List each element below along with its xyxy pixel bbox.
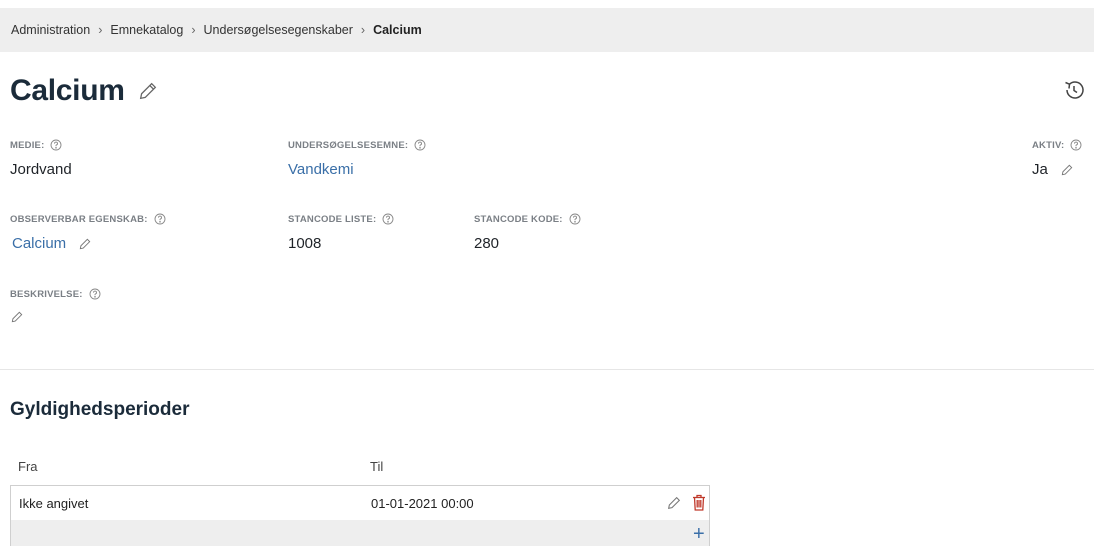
section-divider: [0, 369, 1094, 370]
field-value-stancode-kode: 280: [474, 235, 500, 252]
validity-table: Ikke angivet 01-01-2021 00:00 +: [10, 485, 710, 546]
title-row: Calcium: [10, 74, 159, 108]
field-label-observerbar-egenskab: OBSERVERBAR EGENSKAB:: [10, 213, 148, 225]
table-row: Ikke angivet 01-01-2021 00:00: [11, 486, 709, 520]
breadcrumb: Administration › Emnekatalog › Undersøge…: [0, 8, 1094, 52]
column-header-fra: Fra: [18, 459, 38, 474]
field-value-aktiv: Ja: [1032, 161, 1048, 178]
field-observerbar-egenskab: OBSERVERBAR EGENSKAB: Calcium: [10, 213, 166, 252]
field-label-stancode-kode: STANCODE KODE:: [474, 213, 563, 225]
help-circle-icon[interactable]: [414, 139, 426, 151]
field-medie: MEDIE: Jordvand: [10, 139, 72, 179]
section-title-gyldighedsperioder: Gyldighedsperioder: [10, 399, 190, 420]
plus-icon[interactable]: +: [693, 524, 705, 544]
trash-icon[interactable]: [692, 494, 706, 511]
field-label-undersogelsesemne: UNDERSØGELSESEMNE:: [288, 139, 409, 151]
field-value-medie: Jordvand: [10, 161, 72, 178]
table-header: Fra Til: [10, 459, 710, 479]
breadcrumb-current: Calcium: [373, 23, 422, 37]
pencil-icon[interactable]: [78, 237, 92, 251]
breadcrumb-separator: ›: [98, 23, 103, 37]
pencil-icon[interactable]: [137, 80, 159, 102]
field-value-undersogelsesemne-link[interactable]: Vandkemi: [288, 161, 426, 178]
add-row: +: [11, 520, 709, 546]
field-label-aktiv: AKTIV:: [1032, 139, 1065, 151]
field-stancode-liste: STANCODE LISTE: 1008: [288, 213, 394, 252]
field-undersogelsesemne: UNDERSØGELSESEMNE: Vandkemi: [288, 139, 426, 178]
cell-fra: Ikke angivet: [19, 496, 89, 511]
help-circle-icon[interactable]: [154, 213, 166, 225]
field-beskrivelse: BESKRIVELSE:: [10, 288, 101, 324]
field-stancode-kode: STANCODE KODE: 280: [474, 213, 581, 252]
help-circle-icon[interactable]: [89, 288, 101, 300]
help-circle-icon[interactable]: [382, 213, 394, 225]
pencil-icon[interactable]: [10, 310, 24, 324]
breadcrumb-item-undersogelsesegenskaber[interactable]: Undersøgelsesegenskaber: [204, 23, 353, 37]
help-circle-icon[interactable]: [569, 213, 581, 225]
pencil-icon[interactable]: [666, 495, 682, 511]
pencil-icon[interactable]: [1060, 163, 1074, 177]
breadcrumb-separator: ›: [191, 23, 196, 37]
breadcrumb-separator: ›: [360, 23, 366, 37]
field-label-beskrivelse: BESKRIVELSE:: [10, 288, 83, 300]
cell-til: 01-01-2021 00:00: [371, 496, 474, 511]
field-label-medie: MEDIE:: [10, 139, 45, 151]
breadcrumb-item-administration[interactable]: Administration: [11, 23, 90, 37]
field-aktiv: AKTIV: Ja: [1032, 139, 1082, 178]
field-value-stancode-liste: 1008: [288, 235, 322, 252]
field-label-stancode-liste: STANCODE LISTE:: [288, 213, 377, 225]
page-title: Calcium: [10, 74, 125, 107]
help-circle-icon[interactable]: [50, 139, 62, 151]
field-value-observerbar-egenskab-link[interactable]: Calcium: [12, 235, 66, 252]
history-icon[interactable]: [1062, 78, 1086, 102]
breadcrumb-item-emnekatalog[interactable]: Emnekatalog: [110, 23, 183, 37]
help-circle-icon[interactable]: [1070, 139, 1082, 151]
column-header-til: Til: [370, 459, 384, 474]
